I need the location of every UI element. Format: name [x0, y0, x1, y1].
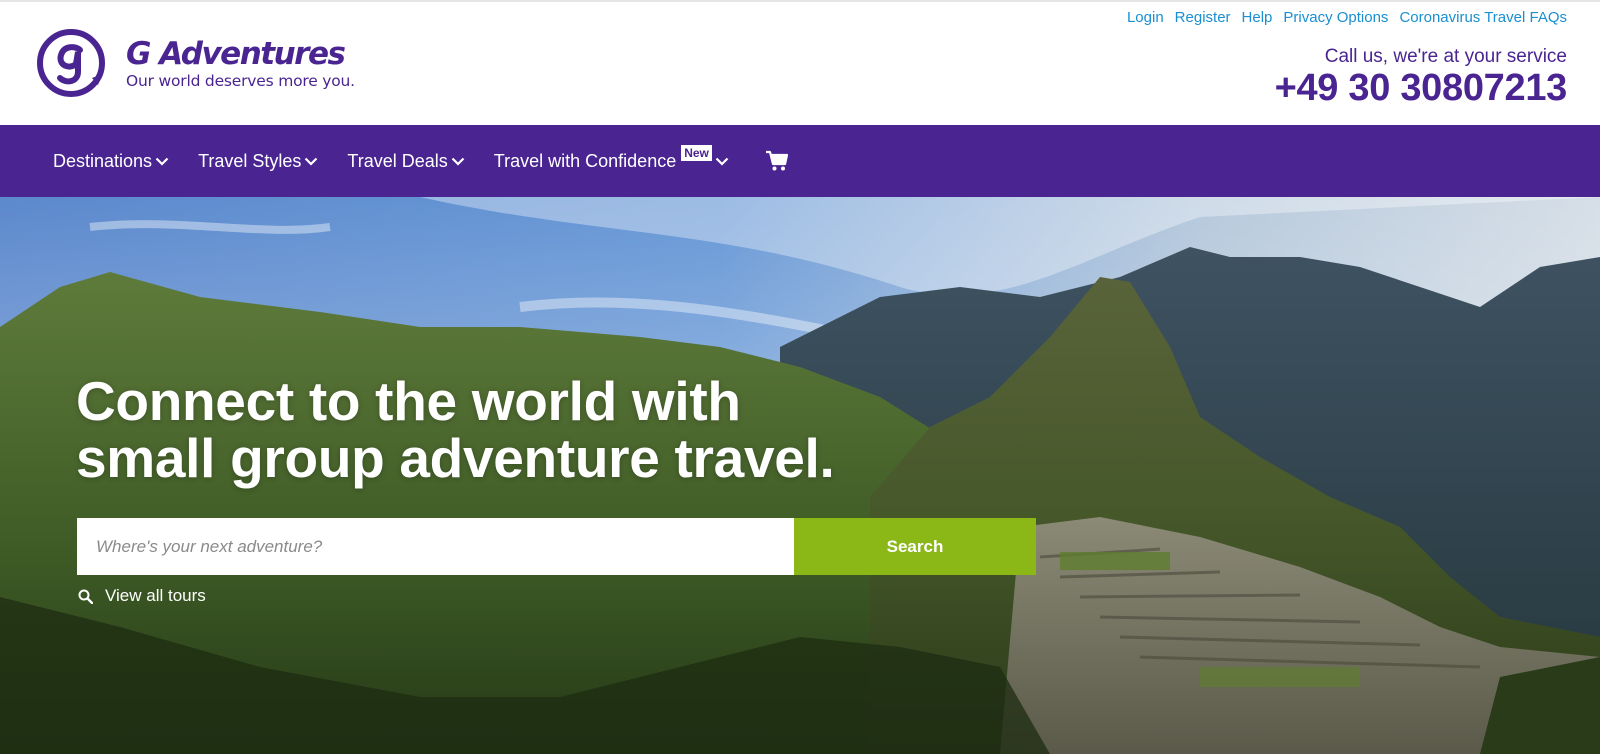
- search-input[interactable]: [77, 518, 794, 575]
- search-icon: [78, 589, 93, 604]
- login-link[interactable]: Login: [1127, 9, 1164, 26]
- nav-destinations[interactable]: Destinations: [53, 151, 169, 172]
- coronavirus-faqs-link[interactable]: Coronavirus Travel FAQs: [1399, 9, 1567, 26]
- logo[interactable]: G Adventures Our world deserves more you…: [36, 28, 355, 98]
- chevron-down-icon: [305, 157, 318, 166]
- nav-label: Travel Deals: [347, 150, 448, 171]
- nav-travel-with-confidence[interactable]: Travel with Confidence New: [493, 145, 729, 172]
- new-badge: New: [681, 145, 712, 161]
- nav-label: Destinations: [53, 150, 153, 171]
- shopping-cart-icon[interactable]: [765, 150, 789, 172]
- chevron-down-icon: [451, 157, 465, 166]
- chevron-down-icon: [715, 157, 729, 166]
- privacy-options-link[interactable]: Privacy Options: [1283, 9, 1388, 26]
- headline-line-2: small group adventure travel.: [76, 427, 835, 489]
- search-button[interactable]: Search: [794, 518, 1036, 575]
- search-bar: Search: [77, 518, 1036, 575]
- headline-line-1: Connect to the world with: [76, 370, 741, 432]
- help-link[interactable]: Help: [1242, 9, 1273, 26]
- utility-links: Login Register Help Privacy Options Coro…: [1127, 9, 1567, 26]
- nav-travel-styles[interactable]: Travel Styles: [198, 151, 318, 172]
- brand-name: G Adventures: [126, 35, 346, 72]
- call-us-label: Call us, we're at your service: [1324, 46, 1567, 67]
- phone-number[interactable]: +49 30 30807213: [1275, 68, 1568, 108]
- chevron-down-icon: [155, 157, 169, 166]
- site-header: G Adventures Our world deserves more you…: [0, 0, 1600, 125]
- nav-label: Travel with Confidence: [493, 150, 677, 171]
- call-us-block: Call us, we're at your service +49 30 30…: [1275, 46, 1568, 108]
- nav-label: Travel Styles: [198, 150, 302, 171]
- view-all-tours-link[interactable]: View all tours: [78, 586, 206, 606]
- nav-travel-deals[interactable]: Travel Deals: [347, 150, 465, 172]
- hero-headline: Connect to the world with small group ad…: [76, 373, 976, 487]
- register-link[interactable]: Register: [1175, 9, 1231, 26]
- logo-text: G Adventures Our world deserves more you…: [126, 37, 355, 90]
- hero-section: Connect to the world with small group ad…: [0, 197, 1600, 754]
- g-logo-icon: [37, 29, 105, 97]
- brand-tagline: Our world deserves more you.: [126, 71, 355, 90]
- view-all-tours-label: View all tours: [105, 586, 206, 605]
- main-nav: Destinations Travel Styles Travel Deals …: [0, 125, 1600, 197]
